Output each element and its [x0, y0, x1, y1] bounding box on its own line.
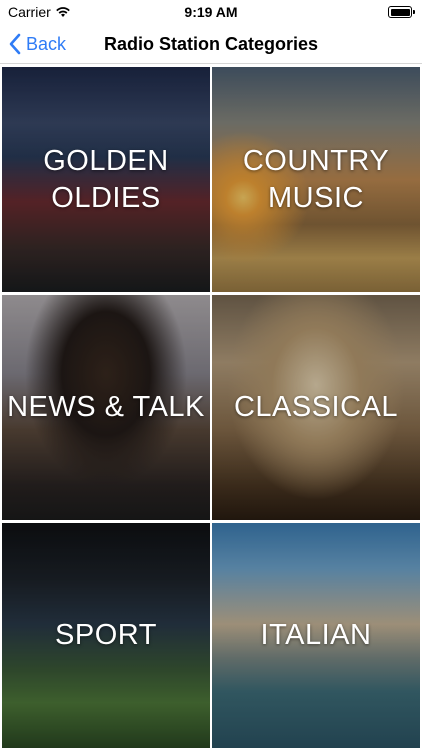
category-label: COUNTRY MUSIC [242, 144, 390, 214]
page-title: Radio Station Categories [103, 34, 319, 54]
category-label: CLASSICAL [233, 391, 399, 423]
category-tile-news-talk[interactable]: NEWS & TALK [2, 295, 210, 520]
category-label: SPORT [55, 619, 157, 651]
category-label: GOLDEN OLDIES [43, 144, 169, 214]
category-label: NEWS & TALK [7, 391, 205, 423]
category-tile-italian[interactable]: ITALIAN [212, 523, 420, 748]
status-time: 9:19 AM [184, 4, 238, 20]
battery-icon [388, 6, 415, 18]
category-label: ITALIAN [260, 619, 372, 651]
category-tile-country-music[interactable]: COUNTRY MUSIC [212, 67, 420, 292]
category-tile-sport[interactable]: SPORT [2, 523, 210, 748]
category-tile-classical[interactable]: CLASSICAL [212, 295, 420, 520]
category-tile-golden-oldies[interactable]: GOLDEN OLDIES [2, 67, 210, 292]
navigation-bar: Back Radio Station Categories [0, 24, 422, 64]
category-grid: GOLDEN OLDIES COUNTRY MUSIC NEWS & TALK … [2, 67, 420, 748]
status-bar: Carrier 9:19 AM [0, 0, 422, 24]
